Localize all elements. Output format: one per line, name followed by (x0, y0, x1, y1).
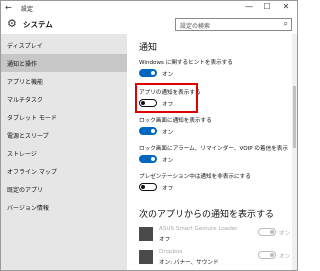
close-icon[interactable]: ✕ (279, 2, 293, 11)
app-status-dropbox: オン: バナー、サウンド (159, 260, 219, 266)
scrollbar-thumb[interactable] (293, 86, 296, 148)
toggle-presentation[interactable] (139, 183, 157, 191)
setting-label-lock-screen: ロック画面に通知を表示する (139, 118, 212, 124)
title-bar: ← 設定 — ☐ ✕ (1, 1, 297, 16)
toggle-state-presentation: オフ (162, 186, 174, 192)
toggle-dropbox[interactable] (258, 251, 276, 259)
dropbox-app-icon (139, 250, 153, 264)
toggle-asus[interactable] (258, 228, 276, 236)
search-icon[interactable]: ⌕ (284, 19, 288, 29)
toggle-lock-screen[interactable] (139, 127, 157, 135)
sidebar-item-about[interactable]: バージョン情報 (1, 198, 127, 216)
page-header: ⚙ システム 設定の検索 ⌕ (1, 16, 297, 34)
scrollbar[interactable] (292, 34, 297, 270)
app-name-asus: ASUS Smart Gesture Loader (159, 226, 238, 232)
sidebar-item-multitasking[interactable]: マルチタスク (1, 90, 127, 108)
setting-label-lock-screen-alarms: ロック画面にアラーム、リマインダー、VOIP の着信を表示 (139, 146, 288, 152)
sidebar-item-offline-maps[interactable]: オフライン マップ (1, 162, 127, 180)
toggle-state-lock-screen-alarms: オン (162, 158, 174, 164)
window-title: 設定 (21, 6, 34, 13)
sidebar-item-label: タブレット モード (7, 115, 57, 122)
back-arrow-icon[interactable]: ← (5, 3, 12, 12)
sidebar-item-default-apps[interactable]: 既定のアプリ (1, 180, 127, 198)
app-name-dropbox: Dropbox (159, 249, 183, 255)
toggle-tips[interactable] (139, 69, 157, 77)
page-title: システム (23, 20, 53, 29)
toggle-state-asus: オン (279, 231, 291, 237)
toggle-state-tips: オン (162, 72, 174, 78)
sidebar-item-label: マルチタスク (7, 97, 44, 104)
section-heading-notifications: 通知 (139, 43, 158, 53)
sidebar: ディスプレイ 通知と操作 アプリと機能 マルチタスク タブレット モード 電源と… (1, 34, 127, 270)
sidebar-item-notifications[interactable]: 通知と操作 (1, 54, 127, 72)
sidebar-item-label: 既定のアプリ (7, 187, 44, 194)
gear-icon: ⚙ (7, 17, 17, 30)
toggle-lock-screen-alarms[interactable] (139, 155, 157, 163)
search-placeholder: 設定の検索 (180, 23, 211, 30)
sidebar-item-power-sleep[interactable]: 電源とスリープ (1, 126, 127, 144)
sidebar-item-storage[interactable]: ストレージ (1, 144, 127, 162)
highlight-box (135, 83, 198, 113)
search-input[interactable]: 設定の検索 ⌕ (175, 18, 292, 31)
sidebar-item-label: ディスプレイ (7, 43, 43, 50)
sidebar-item-label: ストレージ (7, 151, 37, 158)
sidebar-item-label: オフライン マップ (7, 169, 57, 176)
toggle-state-dropbox: オン (279, 254, 291, 260)
settings-window: ← 設定 — ☐ ✕ ⚙ システム 設定の検索 ⌕ ディスプレイ 通知と操作 ア… (0, 0, 298, 271)
minimize-icon[interactable]: — (242, 2, 256, 11)
toggle-state-lock-screen: オン (162, 130, 174, 136)
maximize-icon[interactable]: ☐ (260, 2, 274, 11)
asus-app-icon (139, 227, 153, 241)
setting-label-tips: Windows に関するヒントを表示する (139, 60, 233, 66)
section-heading-apps: 次のアプリからの通知を表示する (139, 210, 275, 220)
sidebar-item-label: バージョン情報 (7, 205, 49, 212)
setting-label-presentation: プレゼンテーション中は通知を非表示にする (139, 174, 251, 180)
content-pane: 通知 Windows に関するヒントを表示する オン アプリの通知を表示する オ… (127, 34, 297, 270)
sidebar-item-display[interactable]: ディスプレイ (1, 36, 127, 54)
app-status-asus: オフ (159, 237, 171, 243)
sidebar-item-label: アプリと機能 (7, 79, 44, 86)
sidebar-item-tablet-mode[interactable]: タブレット モード (1, 108, 127, 126)
sidebar-item-label: 電源とスリープ (7, 133, 49, 140)
sidebar-item-apps-features[interactable]: アプリと機能 (1, 72, 127, 90)
sidebar-item-label: 通知と操作 (7, 61, 38, 68)
